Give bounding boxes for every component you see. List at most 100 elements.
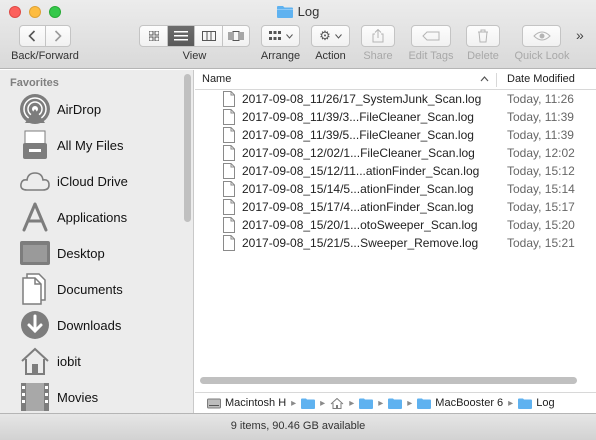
file-row[interactable]: 2017-09-08_15/12/11...ationFinder_Scan.l…: [195, 162, 596, 181]
edit-tags-label: Edit Tags: [408, 50, 454, 62]
desktop-icon: [18, 236, 52, 270]
folder-icon: [301, 398, 316, 409]
horizontal-scrollbar[interactable]: [200, 377, 577, 384]
path-item-log[interactable]: ▸ Log: [503, 397, 554, 409]
file-row[interactable]: 2017-09-08_15/20/1...otoSweeper_Scan.log…: [195, 216, 596, 235]
gear-icon: ⚙: [319, 28, 331, 44]
quick-look-button[interactable]: [522, 25, 561, 47]
file-row[interactable]: 2017-09-08_11/39/3...FileCleaner_Scan.lo…: [195, 108, 596, 127]
file-date-modified: Today, 15:17: [507, 200, 575, 214]
sidebar-scrollbar[interactable]: [184, 74, 191, 222]
column-divider[interactable]: [496, 73, 497, 87]
path-item-label: MacBooster 6: [435, 397, 504, 409]
view-label: View: [182, 50, 207, 62]
list-view-button[interactable]: [167, 26, 195, 46]
sidebar-item-desktop[interactable]: Desktop: [0, 235, 182, 271]
path-item-home[interactable]: ▸: [315, 397, 344, 409]
sidebar-item-documents[interactable]: Documents: [0, 271, 182, 307]
file-date-modified: Today, 15:21: [507, 236, 575, 250]
icon-view-button[interactable]: [140, 26, 167, 46]
file-row[interactable]: 2017-09-08_11/39/5...FileCleaner_Scan.lo…: [195, 126, 596, 145]
file-row[interactable]: 2017-09-08_15/17/4...ationFinder_Scan.lo…: [195, 198, 596, 217]
sidebar-item-label: Downloads: [57, 317, 122, 333]
path-separator-icon: ▸: [378, 397, 384, 409]
gallery-view-button[interactable]: [221, 26, 249, 46]
forward-button[interactable]: [44, 26, 70, 46]
toolbar: Log Back/Forward View Arrange ⚙ Action S…: [0, 0, 596, 69]
file-row[interactable]: 2017-09-08_15/21/5...Sweeper_Remove.log T…: [195, 234, 596, 253]
path-item-macbooster[interactable]: ▸ MacBooster 6: [402, 397, 503, 409]
document-icon: [223, 127, 235, 143]
share-label: Share: [363, 50, 393, 62]
column-view-button[interactable]: [194, 26, 221, 46]
sidebar-item-all-my-files[interactable]: All My Files: [0, 127, 182, 163]
home-icon: [18, 344, 52, 378]
sort-ascending-icon: [480, 76, 489, 82]
back-button[interactable]: [20, 26, 45, 46]
file-date-modified: Today, 15:14: [507, 182, 575, 196]
sidebar-item-movies[interactable]: Movies: [0, 379, 182, 413]
path-separator-icon: ▸: [291, 397, 297, 409]
file-date-modified: Today, 15:20: [507, 218, 575, 232]
folder-icon: [417, 398, 432, 409]
arrange-label: Arrange: [260, 50, 301, 62]
document-icon: [223, 199, 235, 215]
file-row[interactable]: 2017-09-08_15/14/5...ationFinder_Scan.lo…: [195, 180, 596, 199]
document-icon: [223, 91, 235, 107]
folder-icon: [518, 398, 533, 409]
column-header-date-modified[interactable]: Date Modified: [507, 73, 575, 85]
file-name: 2017-09-08_15/21/5...Sweeper_Remove.log: [242, 236, 479, 250]
document-icon: [223, 217, 235, 233]
sidebar-item-downloads[interactable]: Downloads: [0, 307, 182, 343]
window-title-text: Log: [297, 4, 320, 19]
document-icon: [223, 163, 235, 179]
document-icon: [223, 145, 235, 161]
back-forward-control: [19, 25, 71, 47]
sidebar-heading: Favorites: [10, 77, 59, 89]
document-icon: [223, 109, 235, 125]
status-text: 9 items, 90.46 GB available: [230, 420, 366, 432]
action-label: Action: [315, 50, 346, 62]
sidebar-item-icloud-drive[interactable]: iCloud Drive: [0, 163, 182, 199]
file-date-modified: Today, 11:26: [507, 92, 574, 106]
cover-flow-icon: [228, 31, 244, 41]
home-icon: [330, 397, 344, 409]
file-row[interactable]: 2017-09-08_11/26/17_SystemJunk_Scan.log T…: [195, 90, 596, 109]
columns-icon: [201, 31, 216, 41]
file-list: Name Date Modified 2017-09-08_11/26/17_S…: [195, 70, 596, 413]
sidebar-item-label: AirDrop: [57, 101, 102, 117]
share-button[interactable]: [361, 25, 395, 47]
share-icon: [372, 29, 384, 43]
delete-button[interactable]: [466, 25, 500, 47]
path-item-folder[interactable]: ▸: [286, 397, 316, 409]
path-item-folder[interactable]: ▸: [344, 398, 374, 409]
downloads-icon: [18, 308, 52, 342]
view-control: [139, 25, 250, 47]
arrange-button[interactable]: [261, 25, 300, 47]
toolbar-overflow-button[interactable]: »: [576, 27, 584, 43]
file-row[interactable]: 2017-09-08_12/02/1...FileCleaner_Scan.lo…: [195, 144, 596, 163]
window-title: Log: [0, 4, 596, 21]
sidebar-item-applications[interactable]: Applications: [0, 199, 182, 235]
file-name: 2017-09-08_11/26/17_SystemJunk_Scan.log: [242, 92, 482, 106]
grid-icon: [148, 31, 159, 41]
document-icon: [223, 235, 235, 251]
edit-tags-button[interactable]: [411, 25, 451, 47]
column-header-name[interactable]: Name: [202, 73, 231, 85]
path-item-disk[interactable]: Macintosh H: [207, 397, 286, 409]
file-date-modified: Today, 11:39: [507, 128, 574, 142]
action-button[interactable]: ⚙: [311, 25, 350, 47]
folder-icon: [276, 5, 293, 21]
airdrop-icon: [18, 92, 52, 126]
file-name: 2017-09-08_15/17/4...ationFinder_Scan.lo…: [242, 200, 474, 214]
sidebar-item-label: iobit: [57, 353, 81, 369]
tag-icon: [422, 31, 440, 41]
movies-icon: [18, 380, 52, 413]
path-bar: Macintosh H ▸ ▸ ▸ ▸ ▸ MacBooster 6 ▸ Log: [195, 392, 596, 413]
sidebar: Favorites AirDrop All My Files iCloud Dr…: [0, 70, 194, 413]
delete-label: Delete: [467, 50, 499, 62]
sidebar-item-iobit[interactable]: iobit: [0, 343, 182, 379]
path-item-folder[interactable]: ▸: [373, 397, 403, 409]
sidebar-item-airdrop[interactable]: AirDrop: [0, 91, 182, 127]
document-icon: [223, 181, 235, 197]
